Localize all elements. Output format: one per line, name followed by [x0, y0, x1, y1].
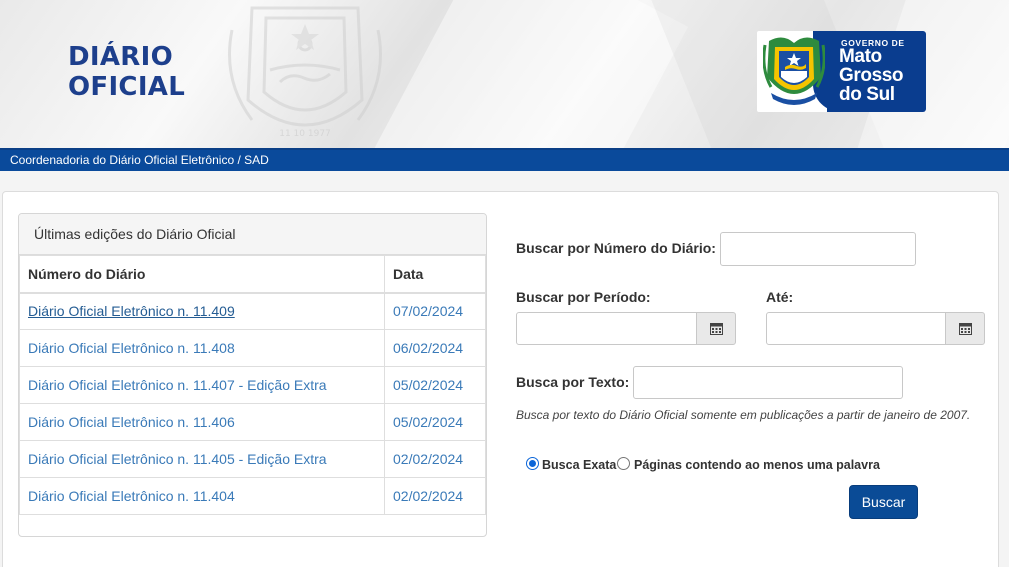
header-subtitle: Coordenadoria do Diário Oficial Eletrôni… — [10, 153, 269, 167]
table-row: Diário Oficial Eletrônico n. 11.408 06/0… — [19, 329, 486, 367]
edition-link[interactable]: Diário Oficial Eletrônico n. 11.404 — [19, 477, 385, 515]
period-to-input[interactable] — [766, 312, 946, 345]
table-header-row: Número do Diário Data — [19, 255, 486, 294]
exact-search-label[interactable]: Busca Exata — [542, 458, 616, 472]
calendar-icon — [958, 323, 972, 335]
main-card: Últimas edições do Diário Oficial Número… — [2, 191, 999, 567]
coat-of-arms-watermark-icon: 11 10 1977 — [228, 6, 382, 139]
header-subbar: Coordenadoria do Diário Oficial Eletrôni… — [0, 148, 1009, 171]
editions-table: Número do Diário Data Diário Oficial Ele… — [19, 255, 486, 515]
search-button[interactable]: Buscar — [849, 485, 918, 519]
text-search-input[interactable] — [633, 366, 903, 399]
watermark-text: 11 10 1977 — [279, 129, 331, 139]
site-title-line2: OFICIAL — [68, 72, 186, 102]
edition-link[interactable]: Diário Oficial Eletrônico n. 11.409 — [19, 292, 385, 330]
number-search-input[interactable] — [720, 232, 916, 266]
table-row: Diário Oficial Eletrônico n. 11.409 07/0… — [19, 292, 486, 330]
edition-link[interactable]: Diário Oficial Eletrônico n. 11.407 - Ed… — [19, 366, 385, 404]
period-from-calendar-button[interactable] — [696, 312, 736, 345]
site-title-line1: DIÁRIO — [68, 42, 173, 72]
edition-date: 05/02/2024 — [384, 403, 486, 441]
edition-date: 02/02/2024 — [384, 477, 486, 515]
latest-editions-panel: Últimas edições do Diário Oficial Número… — [18, 213, 487, 537]
state-coat-of-arms-icon — [763, 37, 825, 105]
exact-search-radio[interactable] — [526, 457, 539, 470]
period-search-label: Buscar por Período: — [516, 289, 651, 305]
period-from-input[interactable] — [516, 312, 697, 345]
table-row: Diário Oficial Eletrônico n. 11.406 05/0… — [19, 403, 486, 441]
column-header-date: Data — [384, 255, 486, 294]
site-header: 11 10 1977 DIÁRIO OFICIAL GOVERNO DE Mat… — [0, 0, 1009, 148]
edition-link[interactable]: Diário Oficial Eletrônico n. 11.405 - Ed… — [19, 440, 385, 478]
table-row: Diário Oficial Eletrônico n. 11.407 - Ed… — [19, 366, 486, 404]
edition-date: 02/02/2024 — [384, 440, 486, 478]
edition-link[interactable]: Diário Oficial Eletrônico n. 11.406 — [19, 403, 385, 441]
table-row: Diário Oficial Eletrônico n. 11.404 02/0… — [19, 477, 486, 515]
background-fold — [371, 0, 689, 148]
text-search-help: Busca por texto do Diário Oficial soment… — [516, 408, 971, 422]
edition-link[interactable]: Diário Oficial Eletrônico n. 11.408 — [19, 329, 385, 367]
any-word-label[interactable]: Páginas contendo ao menos uma palavra — [634, 458, 880, 472]
any-word-radio[interactable] — [617, 457, 630, 470]
number-search-label: Buscar por Número do Diário: — [516, 240, 716, 256]
table-row: Diário Oficial Eletrônico n. 11.405 - Ed… — [19, 440, 486, 478]
period-to-calendar-button[interactable] — [945, 312, 985, 345]
edition-date: 06/02/2024 — [384, 329, 486, 367]
panel-heading: Últimas edições do Diário Oficial — [19, 214, 486, 255]
edition-date: 07/02/2024 — [384, 292, 486, 330]
calendar-icon — [709, 323, 723, 335]
text-search-label: Busca por Texto: — [516, 374, 630, 390]
site-title[interactable]: DIÁRIO OFICIAL — [68, 42, 185, 102]
logo-text-state: Mato Grosso do Sul — [839, 46, 904, 105]
edition-date: 05/02/2024 — [384, 366, 486, 404]
until-label: Até: — [766, 289, 794, 305]
column-header-number: Número do Diário — [19, 255, 385, 294]
government-logo[interactable]: GOVERNO DE Mato Grosso do Sul — [757, 31, 926, 112]
